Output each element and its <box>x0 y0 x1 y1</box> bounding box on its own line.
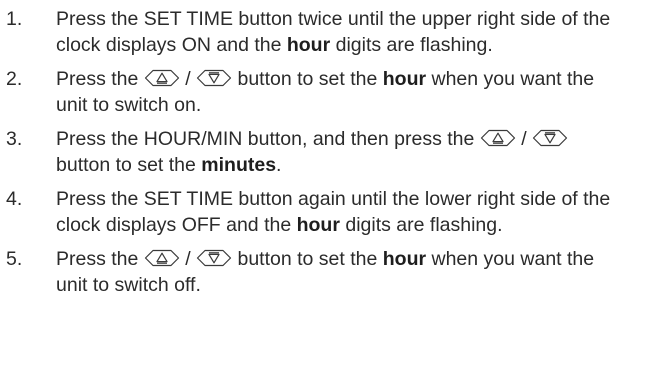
down-arrow-button-icon <box>196 249 232 267</box>
step-2: 2. Press the / button to set the hour wh… <box>0 67 654 118</box>
instruction-page: 1. Press the SET TIME button twice until… <box>0 0 654 376</box>
step-text: Press the / button to set the hour when … <box>56 248 595 296</box>
step-text: Press the HOUR/MIN button, and then pres… <box>56 127 616 178</box>
step-number: 1. <box>6 8 23 30</box>
step-number: 3. <box>6 128 23 150</box>
step-number: 5. <box>6 248 23 270</box>
steps-list: 1. Press the SET TIME button twice until… <box>0 7 654 298</box>
step-text: Press the SET TIME button twice until th… <box>56 8 611 56</box>
down-arrow-button-icon <box>196 69 232 87</box>
step-number: 2. <box>6 68 23 90</box>
step-4: 4. Press the SET TIME button again until… <box>0 187 654 238</box>
step-number: 4. <box>6 188 23 210</box>
step-5: 5. Press the / button to set the hour wh… <box>0 247 654 298</box>
down-arrow-button-icon <box>532 129 568 147</box>
step-text: Press the SET TIME button again until th… <box>56 188 611 236</box>
up-arrow-button-icon <box>480 129 516 147</box>
step-3: 3. Press the HOUR/MIN button, and then p… <box>0 127 654 178</box>
up-arrow-button-icon <box>144 249 180 267</box>
step-1: 1. Press the SET TIME button twice until… <box>0 7 654 58</box>
step-text: Press the / button to set the hour when … <box>56 68 595 116</box>
up-arrow-button-icon <box>144 69 180 87</box>
